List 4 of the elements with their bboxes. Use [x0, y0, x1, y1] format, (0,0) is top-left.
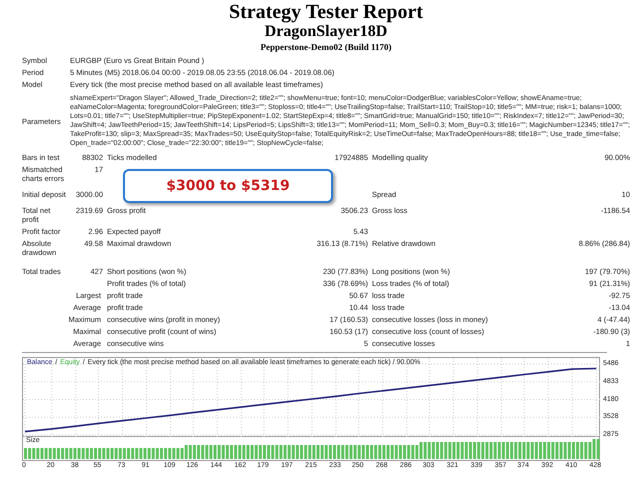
- expert-name: DragonSlayer18D: [264, 23, 388, 41]
- server-name: Pepperstone-Demo02 (Build 1170): [260, 41, 392, 53]
- report-title: Strategy Tester Report: [228, 1, 424, 23]
- profit-callout: $3000 to $5319: [123, 169, 333, 203]
